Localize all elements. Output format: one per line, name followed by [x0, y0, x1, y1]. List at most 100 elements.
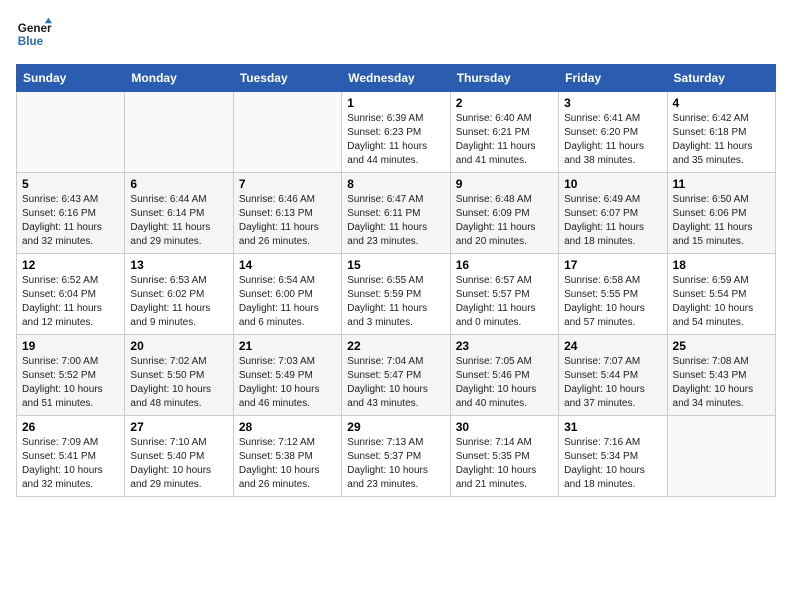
svg-text:Blue: Blue	[18, 35, 44, 48]
day-number: 23	[456, 339, 553, 353]
week-row-3: 12 Sunrise: 6:52 AM Sunset: 6:04 PM Dayli…	[17, 254, 776, 335]
day-cell: 25 Sunrise: 7:08 AM Sunset: 5:43 PM Dayli…	[667, 335, 775, 416]
day-cell: 6 Sunrise: 6:44 AM Sunset: 6:14 PM Daylig…	[125, 173, 233, 254]
day-info: Sunrise: 7:14 AM Sunset: 5:35 PM Dayligh…	[456, 436, 553, 492]
day-info: Sunrise: 6:41 AM Sunset: 6:20 PM Dayligh…	[564, 112, 661, 168]
day-info: Sunrise: 7:09 AM Sunset: 5:41 PM Dayligh…	[22, 436, 119, 492]
calendar-table: SundayMondayTuesdayWednesdayThursdayFrid…	[16, 64, 776, 497]
day-number: 19	[22, 339, 119, 353]
day-info: Sunrise: 7:02 AM Sunset: 5:50 PM Dayligh…	[130, 355, 227, 411]
day-cell: 11 Sunrise: 6:50 AM Sunset: 6:06 PM Dayli…	[667, 173, 775, 254]
day-cell	[125, 92, 233, 173]
col-header-saturday: Saturday	[667, 65, 775, 92]
day-number: 5	[22, 177, 119, 191]
day-cell: 19Sunrise: 7:00 AM Sunset: 5:52 PM Dayli…	[17, 335, 125, 416]
day-info: Sunrise: 6:58 AM Sunset: 5:55 PM Dayligh…	[564, 274, 661, 330]
day-number: 17	[564, 258, 661, 272]
day-number: 7	[239, 177, 336, 191]
day-cell: 30 Sunrise: 7:14 AM Sunset: 5:35 PM Dayli…	[450, 416, 558, 497]
day-cell: 21 Sunrise: 7:03 AM Sunset: 5:49 PM Dayli…	[233, 335, 341, 416]
day-cell: 10Sunrise: 6:49 AM Sunset: 6:07 PM Dayli…	[559, 173, 667, 254]
day-cell: 29Sunrise: 7:13 AM Sunset: 5:37 PM Dayli…	[342, 416, 450, 497]
day-info: Sunrise: 7:03 AM Sunset: 5:49 PM Dayligh…	[239, 355, 336, 411]
day-info: Sunrise: 6:57 AM Sunset: 5:57 PM Dayligh…	[456, 274, 553, 330]
day-cell	[667, 416, 775, 497]
day-number: 24	[564, 339, 661, 353]
day-number: 26	[22, 420, 119, 434]
header-row: SundayMondayTuesdayWednesdayThursdayFrid…	[17, 65, 776, 92]
day-cell: 23 Sunrise: 7:05 AM Sunset: 5:46 PM Dayli…	[450, 335, 558, 416]
day-cell: 15 Sunrise: 6:55 AM Sunset: 5:59 PM Dayli…	[342, 254, 450, 335]
day-number: 20	[130, 339, 227, 353]
day-info: Sunrise: 6:49 AM Sunset: 6:07 PM Dayligh…	[564, 193, 661, 249]
day-cell: 31 Sunrise: 7:16 AM Sunset: 5:34 PM Dayli…	[559, 416, 667, 497]
day-cell: 27 Sunrise: 7:10 AM Sunset: 5:40 PM Dayli…	[125, 416, 233, 497]
week-row-5: 26 Sunrise: 7:09 AM Sunset: 5:41 PM Dayli…	[17, 416, 776, 497]
day-number: 14	[239, 258, 336, 272]
day-number: 29	[347, 420, 444, 434]
day-number: 11	[673, 177, 770, 191]
day-info: Sunrise: 6:44 AM Sunset: 6:14 PM Dayligh…	[130, 193, 227, 249]
day-number: 6	[130, 177, 227, 191]
day-info: Sunrise: 6:47 AM Sunset: 6:11 PM Dayligh…	[347, 193, 444, 249]
col-header-wednesday: Wednesday	[342, 65, 450, 92]
day-info: Sunrise: 7:07 AM Sunset: 5:44 PM Dayligh…	[564, 355, 661, 411]
day-number: 4	[673, 96, 770, 110]
day-number: 18	[673, 258, 770, 272]
day-info: Sunrise: 7:10 AM Sunset: 5:40 PM Dayligh…	[130, 436, 227, 492]
day-info: Sunrise: 6:40 AM Sunset: 6:21 PM Dayligh…	[456, 112, 553, 168]
day-info: Sunrise: 7:08 AM Sunset: 5:43 PM Dayligh…	[673, 355, 770, 411]
col-header-thursday: Thursday	[450, 65, 558, 92]
day-cell: 5 Sunrise: 6:43 AM Sunset: 6:16 PM Daylig…	[17, 173, 125, 254]
day-info: Sunrise: 7:05 AM Sunset: 5:46 PM Dayligh…	[456, 355, 553, 411]
page-header: General Blue	[16, 16, 776, 52]
day-number: 8	[347, 177, 444, 191]
col-header-tuesday: Tuesday	[233, 65, 341, 92]
day-cell: 22 Sunrise: 7:04 AM Sunset: 5:47 PM Dayli…	[342, 335, 450, 416]
day-number: 15	[347, 258, 444, 272]
day-cell: 2 Sunrise: 6:40 AM Sunset: 6:21 PM Daylig…	[450, 92, 558, 173]
day-info: Sunrise: 6:55 AM Sunset: 5:59 PM Dayligh…	[347, 274, 444, 330]
logo-icon: General Blue	[16, 16, 52, 52]
day-number: 9	[456, 177, 553, 191]
day-cell: 13Sunrise: 6:53 AM Sunset: 6:02 PM Dayli…	[125, 254, 233, 335]
day-cell: 17 Sunrise: 6:58 AM Sunset: 5:55 PM Dayli…	[559, 254, 667, 335]
day-cell: 20 Sunrise: 7:02 AM Sunset: 5:50 PM Dayli…	[125, 335, 233, 416]
day-info: Sunrise: 6:43 AM Sunset: 6:16 PM Dayligh…	[22, 193, 119, 249]
day-number: 21	[239, 339, 336, 353]
svg-text:General: General	[18, 22, 52, 35]
day-info: Sunrise: 7:04 AM Sunset: 5:47 PM Dayligh…	[347, 355, 444, 411]
day-cell: 3 Sunrise: 6:41 AM Sunset: 6:20 PM Daylig…	[559, 92, 667, 173]
col-header-friday: Friday	[559, 65, 667, 92]
week-row-2: 5 Sunrise: 6:43 AM Sunset: 6:16 PM Daylig…	[17, 173, 776, 254]
day-number: 31	[564, 420, 661, 434]
day-cell	[17, 92, 125, 173]
day-cell: 12 Sunrise: 6:52 AM Sunset: 6:04 PM Dayli…	[17, 254, 125, 335]
day-info: Sunrise: 6:39 AM Sunset: 6:23 PM Dayligh…	[347, 112, 444, 168]
day-info: Sunrise: 6:54 AM Sunset: 6:00 PM Dayligh…	[239, 274, 336, 330]
day-info: Sunrise: 6:46 AM Sunset: 6:13 PM Dayligh…	[239, 193, 336, 249]
day-cell: 18Sunrise: 6:59 AM Sunset: 5:54 PM Dayli…	[667, 254, 775, 335]
day-number: 3	[564, 96, 661, 110]
day-number: 22	[347, 339, 444, 353]
col-header-monday: Monday	[125, 65, 233, 92]
day-number: 30	[456, 420, 553, 434]
day-info: Sunrise: 6:48 AM Sunset: 6:09 PM Dayligh…	[456, 193, 553, 249]
day-cell: 14 Sunrise: 6:54 AM Sunset: 6:00 PM Dayli…	[233, 254, 341, 335]
day-cell: 28Sunrise: 7:12 AM Sunset: 5:38 PM Dayli…	[233, 416, 341, 497]
logo: General Blue	[16, 16, 52, 52]
day-cell: 24 Sunrise: 7:07 AM Sunset: 5:44 PM Dayli…	[559, 335, 667, 416]
day-info: Sunrise: 6:52 AM Sunset: 6:04 PM Dayligh…	[22, 274, 119, 330]
day-number: 16	[456, 258, 553, 272]
day-cell	[233, 92, 341, 173]
day-info: Sunrise: 7:12 AM Sunset: 5:38 PM Dayligh…	[239, 436, 336, 492]
day-info: Sunrise: 7:16 AM Sunset: 5:34 PM Dayligh…	[564, 436, 661, 492]
day-number: 12	[22, 258, 119, 272]
day-number: 25	[673, 339, 770, 353]
day-cell: 7 Sunrise: 6:46 AM Sunset: 6:13 PM Daylig…	[233, 173, 341, 254]
day-info: Sunrise: 6:50 AM Sunset: 6:06 PM Dayligh…	[673, 193, 770, 249]
day-number: 27	[130, 420, 227, 434]
day-info: Sunrise: 6:42 AM Sunset: 6:18 PM Dayligh…	[673, 112, 770, 168]
day-number: 2	[456, 96, 553, 110]
day-cell: 26 Sunrise: 7:09 AM Sunset: 5:41 PM Dayli…	[17, 416, 125, 497]
